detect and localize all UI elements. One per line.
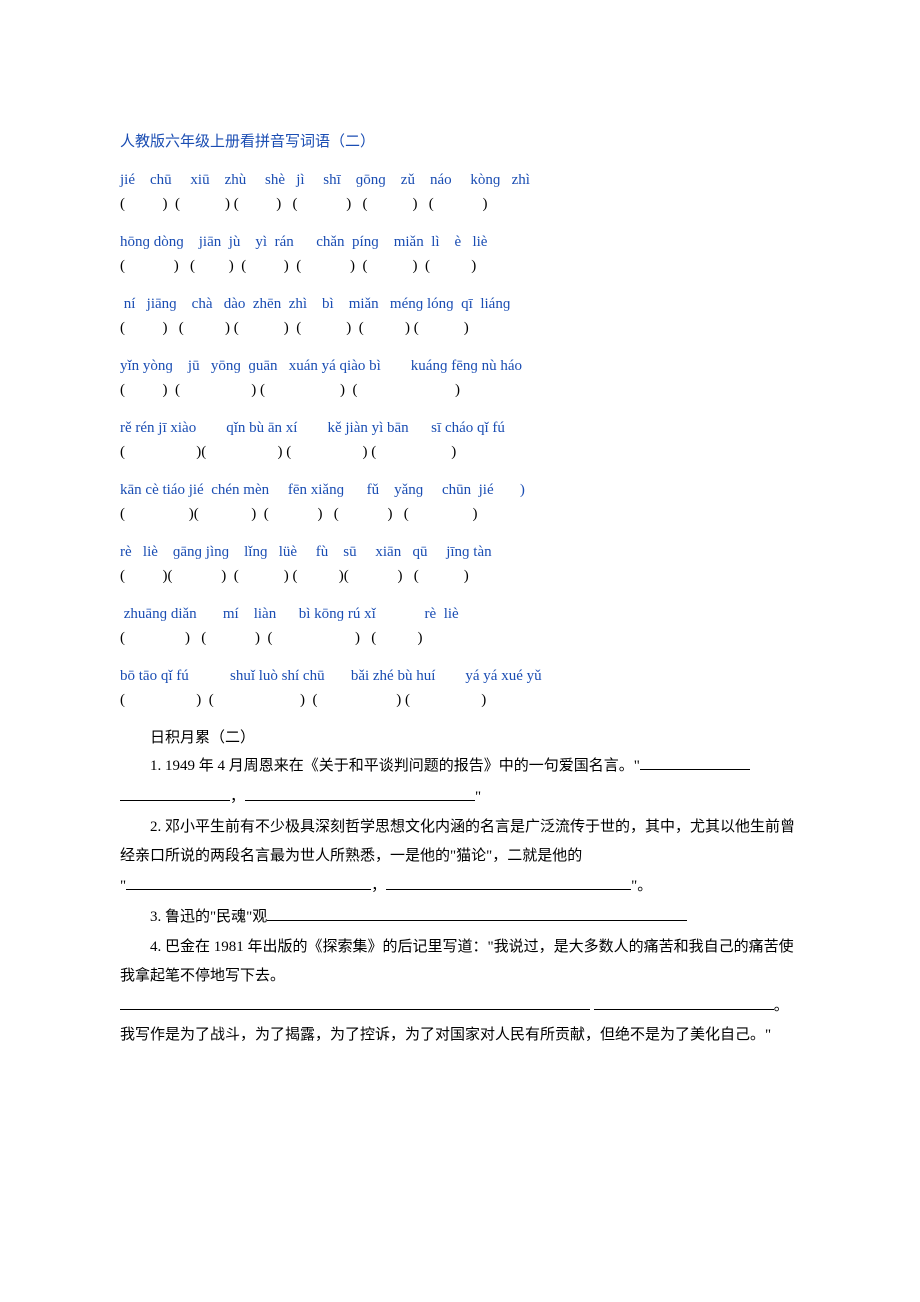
answer-row[interactable]: ( ) ( ) ( ) ( ) ( ) ( ) xyxy=(120,254,800,278)
answer-row[interactable]: ( ) ( ) ( ) ( ) ( ) ( ) xyxy=(120,192,800,216)
pinyin-row: bō tāo qǐ fú shuǐ luò shí chū bǎi zhé bù… xyxy=(120,664,800,688)
question-4-blank: 。我写作是为了战斗，为了揭露，为了控诉，为了对国家对人民有所贡献，但绝不是为了美… xyxy=(120,992,800,1049)
fill-blank[interactable] xyxy=(120,785,230,801)
pinyin-row: rě rén jī xiào qǐn bù ān xí kě jiàn yì b… xyxy=(120,416,800,440)
fill-blank[interactable] xyxy=(640,754,750,770)
pinyin-row: yǐn yònɡ jū yōnɡ ɡuān xuán yá qiào bì ku… xyxy=(120,354,800,378)
question-2-cont: "，"。 xyxy=(120,872,800,901)
q1-text-b: ， xyxy=(230,789,245,805)
question-1: 1. 1949 年 4 月周恩来在《关于和平谈判问题的报告》中的一句爱国名言。" xyxy=(120,752,800,781)
answer-row[interactable]: ( )( ) ( ) ( )( ) ( ) xyxy=(120,564,800,588)
pinyin-block-5: rě rén jī xiào qǐn bù ān xí kě jiàn yì b… xyxy=(120,416,800,464)
question-4: 4. 巴金在 1981 年出版的《探索集》的后记里写道："我说过，是大多数人的痛… xyxy=(120,933,800,990)
question-2: 2. 邓小平生前有不少极具深刻哲学思想文化内涵的名言是广泛流传于世的，其中，尤其… xyxy=(120,813,800,870)
pinyin-block-8: zhuānɡ diǎn mí liàn bì kōnɡ rú xǐ rè liè… xyxy=(120,602,800,650)
pinyin-row: kān cè tiáo jié chén mèn fēn xiǎnɡ fǔ yǎ… xyxy=(120,478,800,502)
pinyin-block-6: kān cè tiáo jié chén mèn fēn xiǎnɡ fǔ yǎ… xyxy=(120,478,800,526)
pinyin-block-4: yǐn yònɡ jū yōnɡ ɡuān xuán yá qiào bì ku… xyxy=(120,354,800,402)
fill-blank[interactable] xyxy=(126,874,371,890)
q3-text-a: 3. 鲁迅的"民魂"观 xyxy=(150,909,267,925)
pinyin-block-1: jié chū xiū zhù shè jì shī ɡōnɡ zǔ náo k… xyxy=(120,168,800,216)
q1-text-a: 1. 1949 年 4 月周恩来在《关于和平谈判问题的报告》中的一句爱国名言。" xyxy=(150,758,640,774)
fill-blank[interactable] xyxy=(245,785,475,801)
fill-blank[interactable] xyxy=(594,994,774,1010)
question-1-cont: ，" xyxy=(120,783,800,812)
fill-blank[interactable] xyxy=(267,905,687,921)
answer-row[interactable]: ( ) ( ) ( ) ( ) xyxy=(120,626,800,650)
q2-text-d: "。 xyxy=(631,878,652,894)
pinyin-block-2: hōnɡ dònɡ jiān jù yì rán chǎn pínɡ miǎn … xyxy=(120,230,800,278)
pinyin-row: jié chū xiū zhù shè jì shī ɡōnɡ zǔ náo k… xyxy=(120,168,800,192)
answer-row[interactable]: ( ) ( ) ( ) ( ) ( ) ( ) xyxy=(120,316,800,340)
answer-row[interactable]: ( )( ) ( ) ( ) xyxy=(120,440,800,464)
answer-row[interactable]: ( )( ) ( ) ( ) ( ) xyxy=(120,502,800,526)
answer-row[interactable]: ( ) ( ) ( ) ( ) xyxy=(120,688,800,712)
fill-blank[interactable] xyxy=(386,874,631,890)
q2-text-c: ， xyxy=(371,878,386,894)
pinyin-row: rè liè ɡānɡ jìnɡ lǐnɡ lüè fù sū xiān qū … xyxy=(120,540,800,564)
pinyin-block-7: rè liè ɡānɡ jìnɡ lǐnɡ lüè fù sū xiān qū … xyxy=(120,540,800,588)
pinyin-row: ní jiānɡ chà dào zhēn zhì bì miǎn ménɡ l… xyxy=(120,292,800,316)
accumulate-title: 日积月累（二） xyxy=(120,726,800,750)
pinyin-row: hōnɡ dònɡ jiān jù yì rán chǎn pínɡ miǎn … xyxy=(120,230,800,254)
q1-text-c: " xyxy=(475,789,481,805)
answer-row[interactable]: ( ) ( ) ( ) ( ) xyxy=(120,378,800,402)
pinyin-row: zhuānɡ diǎn mí liàn bì kōnɡ rú xǐ rè liè xyxy=(120,602,800,626)
worksheet-title: 人教版六年级上册看拼音写词语（二） xyxy=(120,130,800,154)
fill-blank[interactable] xyxy=(120,994,590,1010)
worksheet-page: 人教版六年级上册看拼音写词语（二） jié chū xiū zhù shè jì… xyxy=(0,0,920,1109)
q2-text-a: 2. 邓小平生前有不少极具深刻哲学思想文化内涵的名言是广泛流传于世的，其中，尤其… xyxy=(120,819,795,864)
q4-text-a: 4. 巴金在 1981 年出版的《探索集》的后记里写道："我说过，是大多数人的痛… xyxy=(120,939,794,984)
pinyin-block-9: bō tāo qǐ fú shuǐ luò shí chū bǎi zhé bù… xyxy=(120,664,800,712)
question-3: 3. 鲁迅的"民魂"观 xyxy=(120,903,800,932)
pinyin-block-3: ní jiānɡ chà dào zhēn zhì bì miǎn ménɡ l… xyxy=(120,292,800,340)
